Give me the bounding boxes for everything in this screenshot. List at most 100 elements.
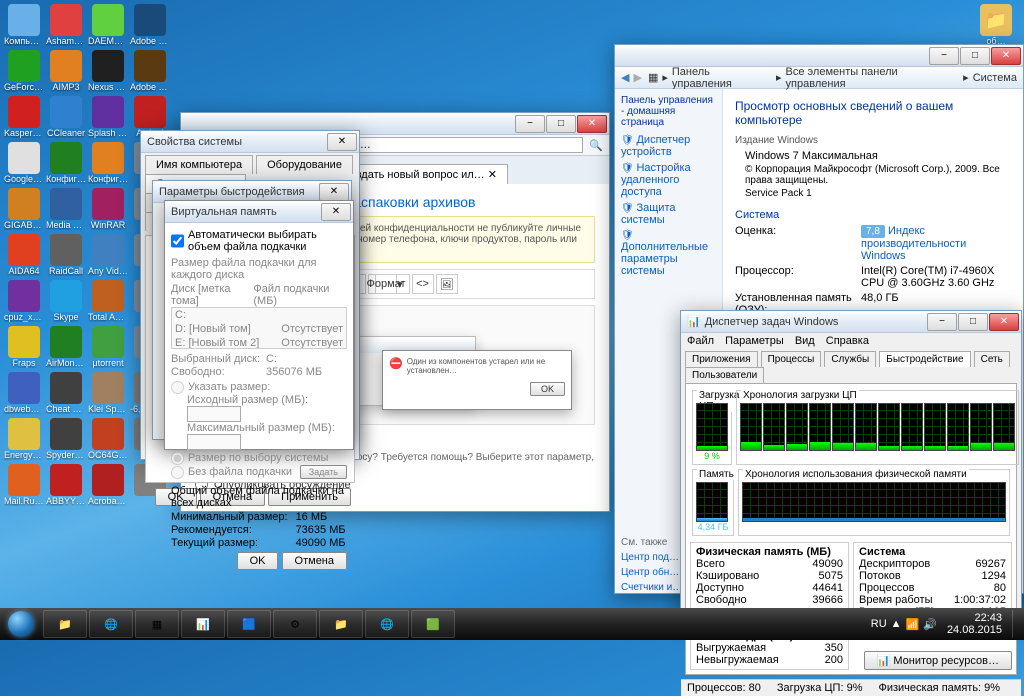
desktop-icon[interactable]: RaidCall — [46, 234, 86, 276]
desktop-icon[interactable]: OC64GA Gamingker… — [88, 418, 128, 460]
desktop-icon[interactable]: GeForce Experience — [4, 50, 44, 92]
desktop-folder[interactable]: 📁об… — [976, 4, 1016, 46]
desktop-icon[interactable]: Ashampoo Burning… — [46, 4, 86, 46]
desktop-icon[interactable]: Компьютер — [4, 4, 44, 46]
cancel-button[interactable]: Отмена — [282, 552, 347, 570]
cpu-core-graph — [878, 403, 900, 451]
tray-net-icon[interactable]: 📶 — [906, 618, 920, 631]
desktop-icon[interactable]: GIGABYTE OC_GURU — [4, 188, 44, 230]
desktop-icon[interactable]: Nexus Ultimate — [88, 50, 128, 92]
taskbar-app[interactable]: 🟩 — [411, 610, 455, 638]
search-icon[interactable]: 🔍 — [589, 139, 603, 152]
html-icon[interactable]: <> — [412, 274, 434, 294]
desktop-icon[interactable]: Конфигур… Razer Mam… — [46, 142, 86, 184]
maximize-button[interactable]: □ — [958, 313, 988, 331]
desktop-icon[interactable]: Spyder4 5pr 4.5.4 — [46, 418, 86, 460]
taskbar-app[interactable]: 📁 — [319, 610, 363, 638]
tab-hardware[interactable]: Оборудование — [256, 155, 353, 174]
desktop-icon[interactable]: Fraps — [4, 326, 44, 368]
desktop-icon[interactable]: Total Audio Converter — [88, 280, 128, 322]
error-ok-button[interactable]: OK — [530, 382, 565, 396]
tab-name[interactable]: Имя компьютера — [145, 155, 253, 174]
desktop-icon[interactable]: Media Player Classic (x64) — [46, 188, 86, 230]
cpu-core-graph — [901, 403, 923, 451]
taskbar-app[interactable]: ▦ — [135, 610, 179, 638]
desktop-icon[interactable]: Adobe Photosho… — [130, 4, 170, 46]
desktop-icon[interactable]: DAEMON Tools — [88, 4, 128, 46]
desktop-icon[interactable]: CCleaner — [46, 96, 86, 138]
back-icon[interactable]: ◀ — [621, 71, 629, 84]
menu-options[interactable]: Параметры — [725, 335, 784, 347]
side-remote[interactable]: 🛡 Настройка удаленного доступа — [621, 162, 716, 198]
desktop-icon[interactable]: Energy Controller 2 — [4, 418, 44, 460]
taskbar-app[interactable]: 🟦 — [227, 610, 271, 638]
image-icon[interactable]: 🖼 — [436, 274, 458, 294]
minimize-button[interactable]: − — [927, 313, 957, 331]
menu-file[interactable]: Файл — [687, 335, 714, 347]
desktop-icon[interactable]: AIDA64 — [4, 234, 44, 276]
tab-svc[interactable]: Службы — [824, 351, 876, 367]
taskbar-app[interactable]: ⚙ — [273, 610, 317, 638]
close-button[interactable]: ✕ — [321, 203, 351, 221]
minimize-button[interactable]: − — [929, 47, 959, 65]
desktop-icon[interactable]: Splash PRO EX — [88, 96, 128, 138]
tab-proc[interactable]: Процессы — [761, 351, 822, 367]
taskbar-app[interactable]: 📊 — [181, 610, 225, 638]
taskbar-explorer[interactable]: 📁 — [43, 610, 87, 638]
forward-icon[interactable]: ▶ — [633, 71, 641, 84]
auto-pagefile-checkbox[interactable] — [171, 229, 184, 253]
desktop-icon[interactable]: dbwebsetup — [4, 372, 44, 414]
show-desktop-button[interactable] — [1012, 610, 1020, 638]
desktop-icon[interactable]: WinRAR — [88, 188, 128, 230]
tray-vol-icon[interactable]: 🔊 — [923, 618, 937, 631]
desktop-icon[interactable]: Kaspersky Internet… — [4, 96, 44, 138]
maximize-button[interactable]: □ — [546, 115, 576, 133]
start-button[interactable] — [0, 608, 42, 640]
menu-help[interactable]: Справка — [826, 335, 869, 347]
menu-bar: Файл Параметры Вид Справка — [681, 333, 1021, 349]
desktop-icon[interactable]: AirMoney PRO v7.43 — [46, 326, 86, 368]
ok-button[interactable]: OK — [237, 552, 279, 570]
tab-net[interactable]: Сеть — [974, 351, 1010, 367]
close-button[interactable]: ✕ — [991, 47, 1021, 65]
cpu-core-graph — [832, 403, 854, 451]
desktop-icon[interactable]: Any Video Convert… — [88, 234, 128, 276]
tray-lang-icon[interactable]: RU — [871, 618, 887, 630]
side-devmgr[interactable]: 🛡 Диспетчер устройств — [621, 134, 716, 158]
resource-monitor-button[interactable]: 📊 Монитор ресурсов… — [864, 651, 1012, 670]
maximize-button[interactable]: □ — [960, 47, 990, 65]
close-button[interactable]: ✕ — [327, 133, 357, 151]
desktop-icon[interactable]: Acrobat Reader DC — [88, 464, 128, 506]
tab-perf[interactable]: Быстродействие — [879, 351, 970, 367]
minimize-button[interactable]: − — [515, 115, 545, 133]
desktop-icon[interactable]: Skype — [46, 280, 86, 322]
tray-arrow-icon[interactable]: ▲ — [891, 618, 902, 630]
system-tray[interactable]: RU ▲ 📶 🔊 22:4324.08.2015 — [867, 610, 1024, 638]
side-protect[interactable]: 🛡 Защита системы — [621, 202, 716, 226]
desktop-icon[interactable]: Mail.Ru Агент — [4, 464, 44, 506]
desktop-icon[interactable]: Klei Spooketship… — [88, 372, 128, 414]
desktop-icon[interactable]: Конфигур… — [88, 142, 128, 184]
desktop-icon[interactable]: μtorrent — [88, 326, 128, 368]
radio-system-size — [171, 452, 184, 465]
side-advanced[interactable]: 🛡 Дополнительные параметры системы — [621, 230, 716, 277]
taskbar-ie[interactable]: 🌐 — [89, 610, 133, 638]
desktop-icon[interactable]: Cheat Engine — [46, 372, 86, 414]
format-dropdown[interactable]: Формат ▾ — [368, 274, 410, 294]
breadcrumb[interactable]: ▦ ▸ Панель управления ▸ Все элементы пан… — [648, 66, 1017, 90]
menu-view[interactable]: Вид — [795, 335, 815, 347]
desktop-icon[interactable]: cpuz_x64_ru — [4, 280, 44, 322]
close-button[interactable]: ✕ — [989, 313, 1019, 331]
desktop-icon[interactable]: Adobe Illustrator… — [130, 50, 170, 92]
clock[interactable]: 22:4324.08.2015 — [941, 612, 1008, 636]
desktop-icon[interactable]: ABBYY FineRead… — [46, 464, 86, 506]
drives-list[interactable]: C: D: [Новый том]Отсутствует E: [Новый т… — [171, 307, 347, 349]
tab-users[interactable]: Пользователи — [685, 367, 764, 383]
desktop-icon[interactable]: Google Chrome — [4, 142, 44, 184]
tab-apps[interactable]: Приложения — [685, 351, 758, 367]
desktop-icon[interactable]: AIMP3 — [46, 50, 86, 92]
close-button[interactable]: ✕ — [319, 183, 349, 201]
taskbar-app[interactable]: 🌐 — [365, 610, 409, 638]
close-button[interactable]: ✕ — [577, 115, 607, 133]
cpu-gauge — [696, 403, 728, 451]
